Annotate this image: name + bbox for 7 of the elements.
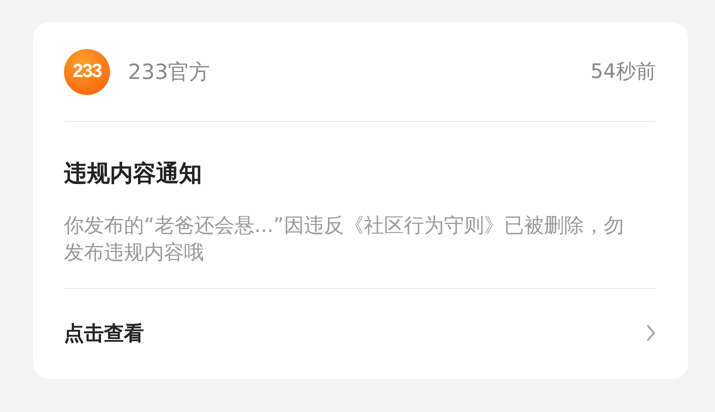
chevron-right-icon[interactable] [646, 324, 656, 342]
notification-title: 违规内容通知 [64, 160, 203, 189]
timestamp: 54秒前 [590, 58, 656, 85]
view-link[interactable]: 点击查看 [64, 320, 144, 346]
app-logo: 233 [64, 48, 110, 94]
notification-message: 你发布的“老爸还会悬...”因违反《社区行为守则》已被删除，勿发布违规内容哦 [64, 212, 625, 266]
sender-name: 233官方 [128, 58, 212, 86]
